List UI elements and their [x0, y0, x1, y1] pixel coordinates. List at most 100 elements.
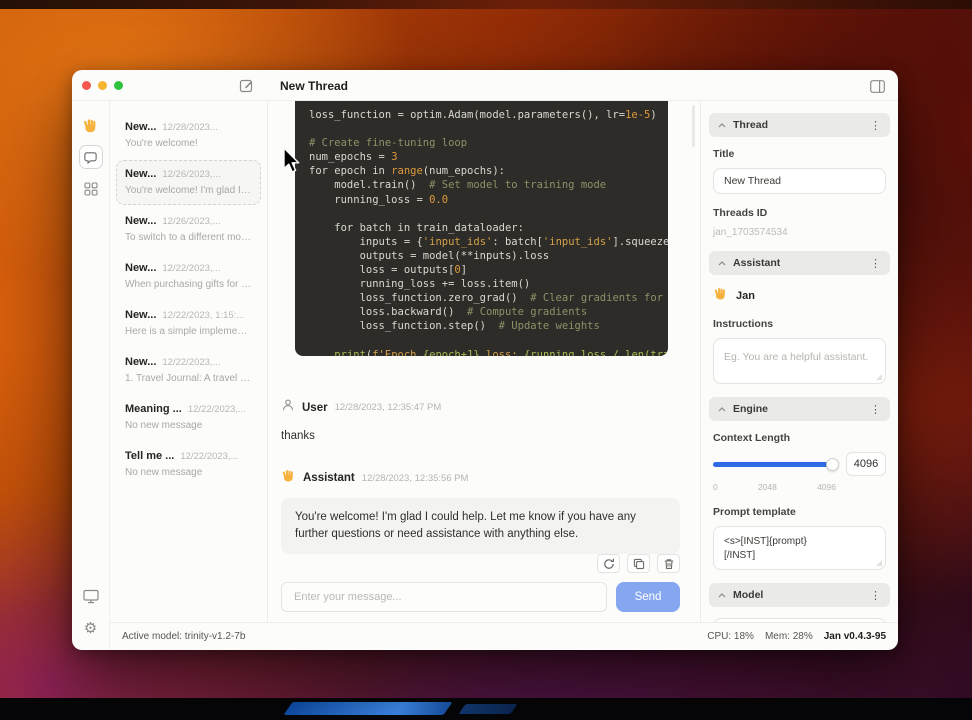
thread-title: New... — [125, 262, 157, 274]
system-monitor-icon[interactable] — [79, 584, 103, 608]
engine-section: Engine ⋮ Context Length 4096 0 2048 4096… — [709, 397, 890, 570]
cpu-usage: CPU: 18% — [707, 631, 754, 642]
thread-list-item[interactable]: New... 12/28/2023... You're welcome! — [116, 113, 261, 158]
thread-preview: To switch to a different model,... — [125, 232, 252, 243]
thread-section: Thread ⋮ Title Threads ID jan_1703574534 — [709, 113, 890, 238]
wallpaper-blue-streak-2 — [458, 704, 518, 714]
chat-scrollbar[interactable] — [692, 105, 695, 147]
gear-icon: ⚙ — [83, 619, 98, 637]
thread-date: 12/26/2023,... — [162, 169, 221, 180]
thread-title: Tell me ... — [125, 450, 175, 462]
thread-list-item[interactable]: New... 12/26/2023,... You're welcome! I'… — [116, 160, 261, 205]
slider-scale: 0 2048 4096 — [713, 482, 836, 492]
right-panel: Thread ⋮ Title Threads ID jan_1703574534 — [700, 101, 898, 622]
threads-nav-icon[interactable] — [78, 145, 103, 169]
kebab-menu-icon[interactable]: ⋮ — [870, 403, 881, 416]
status-bar: Active model: trinity-v1.2-7b CPU: 18% M… — [110, 622, 898, 650]
context-length-label: Context Length — [713, 432, 790, 444]
regenerate-button[interactable] — [597, 554, 620, 573]
jan-app-window: New Thread ⚙ New... 12/28/2023... You're… — [72, 70, 898, 650]
instructions-textarea[interactable]: Eg. You are a helpful assistant. — [713, 338, 886, 384]
thread-preview: You're welcome! — [125, 138, 198, 149]
thread-date: 12/26/2023,... — [162, 216, 221, 227]
code-block: loss_function = optim.Adam(model.paramet… — [295, 101, 668, 356]
chevron-up-icon — [718, 592, 726, 597]
assistant-section-header[interactable]: Assistant ⋮ — [709, 251, 890, 275]
desktop-wallpaper: New Thread ⚙ New... 12/28/2023... You're… — [0, 0, 972, 720]
thread-date: 12/22/2023,... — [180, 451, 239, 462]
wave-logo-icon — [79, 113, 103, 137]
resize-grip-icon[interactable] — [876, 374, 882, 380]
prompt-template-textarea[interactable]: <s>[INST]{prompt} [/INST] — [713, 526, 886, 570]
scale-max: 4096 — [817, 482, 836, 492]
kebab-menu-icon[interactable]: ⋮ — [870, 589, 881, 602]
new-thread-icon[interactable] — [238, 77, 256, 95]
thread-list-item[interactable]: Meaning ... 12/22/2023,... No new messag… — [116, 395, 261, 440]
message-input[interactable] — [281, 582, 607, 612]
section-title: Model — [733, 589, 764, 601]
traffic-lights — [82, 81, 123, 90]
assistant-section: Assistant ⋮ Jan Instructions Eg. You are… — [709, 251, 890, 384]
thread-date: 12/22/2023,... — [187, 404, 246, 415]
minimize-window-button[interactable] — [98, 81, 107, 90]
thread-list-item[interactable]: New... 12/26/2023,... To switch to a dif… — [116, 207, 261, 252]
chevron-up-icon — [718, 406, 726, 411]
section-title: Assistant — [733, 257, 781, 269]
composer: Send — [281, 554, 680, 622]
chevron-up-icon — [718, 122, 726, 127]
model-section: Model ⋮ Mistral Instruct 7B Q4 — [709, 583, 890, 622]
thread-date: 12/22/2023,... — [162, 357, 221, 368]
thread-title: New... — [125, 121, 157, 133]
assistant-message: Assistant 12/28/2023, 12:35:56 PM You're… — [281, 468, 680, 554]
slider-handle[interactable] — [826, 457, 839, 471]
thread-list-item[interactable]: New... 12/22/2023, 1:15:... Here is a si… — [116, 301, 261, 346]
wallpaper-bottom-strip — [0, 698, 972, 720]
title-label: Title — [713, 148, 735, 160]
window-title: New Thread — [280, 79, 349, 93]
thread-section-header[interactable]: Thread ⋮ — [709, 113, 890, 137]
zoom-window-button[interactable] — [114, 81, 123, 90]
scale-min: 0 — [713, 482, 718, 492]
delete-button[interactable] — [657, 554, 680, 573]
resize-grip-icon[interactable] — [876, 560, 882, 566]
message-bubble: You're welcome! I'm glad I could help. L… — [281, 498, 680, 554]
send-button[interactable]: Send — [616, 582, 680, 612]
thread-title-input[interactable] — [713, 168, 886, 194]
kebab-menu-icon[interactable]: ⋮ — [870, 257, 881, 270]
thread-preview: Here is a simple implementati... — [125, 326, 252, 337]
thread-date: 12/28/2023... — [162, 122, 218, 133]
thread-list-item[interactable]: New... 12/22/2023,... 1. Travel Journal:… — [116, 348, 261, 393]
context-length-value[interactable]: 4096 — [846, 452, 886, 476]
model-section-header[interactable]: Model ⋮ — [709, 583, 890, 607]
app-version: Jan v0.4.3-95 — [823, 631, 886, 642]
thread-preview: When purchasing gifts for in-... — [125, 279, 252, 290]
thread-date: 12/22/2023,... — [162, 263, 221, 274]
close-window-button[interactable] — [82, 81, 91, 90]
wallpaper-top-strip — [0, 0, 972, 9]
chat-main: loss_function = optim.Adam(model.paramet… — [268, 101, 700, 622]
message-timestamp: 12/28/2023, 12:35:47 PM — [334, 402, 442, 413]
thread-list-item[interactable]: New... 12/22/2023,... When purchasing gi… — [116, 254, 261, 299]
prompt-template-value: <s>[INST]{prompt} [/INST] — [724, 536, 807, 561]
left-rail: ⚙ — [72, 101, 110, 650]
thread-title: New... — [125, 168, 157, 180]
hub-nav-icon[interactable] — [79, 177, 103, 201]
thread-title: New... — [125, 309, 157, 321]
thread-list-item[interactable]: Tell me ... 12/22/2023,... No new messag… — [116, 442, 261, 487]
message-role: User — [302, 401, 328, 414]
threads-id-label: Threads ID — [713, 207, 768, 219]
engine-section-header[interactable]: Engine ⋮ — [709, 397, 890, 421]
toggle-right-panel-icon[interactable] — [868, 78, 886, 94]
assistant-avatar-icon — [281, 468, 296, 488]
settings-gear-icon[interactable]: ⚙ — [79, 616, 103, 640]
thread-preview: No new message — [125, 420, 203, 431]
kebab-menu-icon[interactable]: ⋮ — [870, 119, 881, 132]
copy-button[interactable] — [627, 554, 650, 573]
thread-preview: 1. Travel Journal: A travel journ... — [125, 373, 252, 384]
context-length-slider[interactable] — [713, 457, 839, 471]
wave-hand-icon — [713, 286, 728, 306]
instructions-label: Instructions — [713, 318, 774, 330]
thread-title: New... — [125, 215, 157, 227]
active-model-status: Active model: trinity-v1.2-7b — [122, 631, 246, 642]
instructions-placeholder: Eg. You are a helpful assistant. — [724, 351, 869, 363]
